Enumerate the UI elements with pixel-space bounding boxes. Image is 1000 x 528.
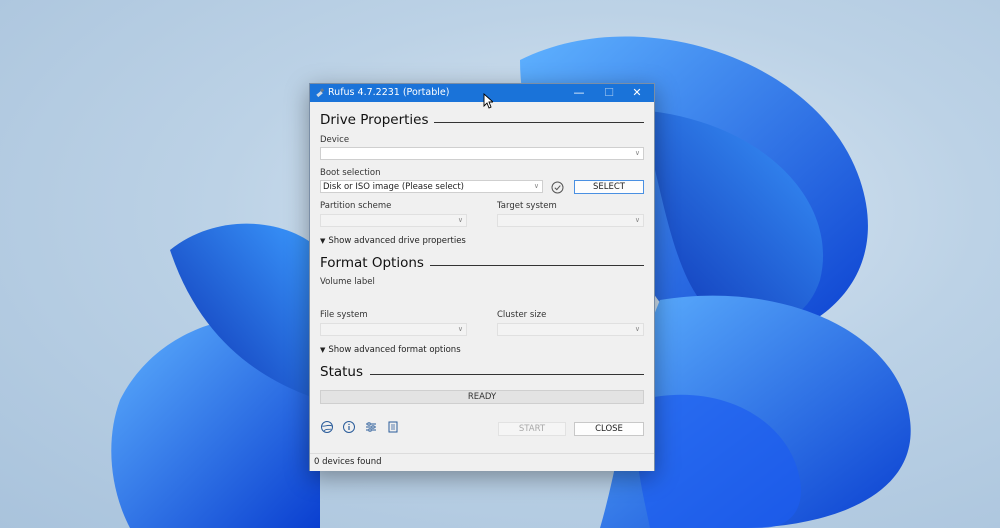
format-options-heading: Format Options <box>320 255 424 271</box>
advanced-drive-properties-toggle[interactable]: ▼ Show advanced drive properties <box>320 236 466 246</box>
boot-selection-label: Boot selection <box>320 168 381 178</box>
device-label: Device <box>320 135 350 145</box>
chevron-down-icon: ∨ <box>634 149 640 157</box>
partition-scheme-dropdown[interactable]: ∨ <box>320 214 467 227</box>
info-icon[interactable] <box>342 420 356 434</box>
settings-sliders-icon[interactable] <box>364 420 378 434</box>
select-button[interactable]: SELECT <box>574 180 644 194</box>
section-divider <box>370 374 644 375</box>
close-window-button[interactable]: ✕ <box>622 84 652 102</box>
section-divider <box>434 122 644 123</box>
minimize-button[interactable]: — <box>564 84 594 102</box>
globe-icon[interactable] <box>320 420 334 434</box>
section-divider <box>430 265 644 266</box>
window-title: Rufus 4.7.2231 (Portable) <box>328 87 450 98</box>
start-button[interactable]: START <box>498 422 566 436</box>
chevron-down-icon: ▼ <box>320 346 326 354</box>
partition-scheme-label: Partition scheme <box>320 201 392 211</box>
advanced-format-options-label: Show advanced format options <box>328 345 461 355</box>
target-system-label: Target system <box>497 201 557 211</box>
mouse-cursor-icon <box>483 93 493 109</box>
volume-label-label: Volume label <box>320 277 375 287</box>
chevron-down-icon: ∨ <box>457 325 463 333</box>
status-footer: 0 devices found <box>310 453 654 471</box>
chevron-down-icon: ∨ <box>457 216 463 224</box>
device-dropdown[interactable]: ∨ <box>320 147 644 160</box>
status-progress-bar: READY <box>320 390 644 404</box>
file-system-label: File system <box>320 310 368 320</box>
boot-selection-dropdown[interactable]: Disk or ISO image (Please select) ∨ <box>320 180 543 193</box>
cluster-size-label: Cluster size <box>497 310 547 320</box>
rufus-window: Rufus 4.7.2231 (Portable) — ☐ ✕ Drive Pr… <box>309 83 655 471</box>
log-icon[interactable] <box>386 420 400 434</box>
verify-checkmark-icon[interactable] <box>551 181 564 194</box>
advanced-drive-properties-label: Show advanced drive properties <box>328 236 466 246</box>
advanced-format-options-toggle[interactable]: ▼ Show advanced format options <box>320 345 461 355</box>
target-system-dropdown[interactable]: ∨ <box>497 214 644 227</box>
maximize-button[interactable]: ☐ <box>594 84 624 102</box>
chevron-down-icon: ▼ <box>320 237 326 245</box>
title-bar[interactable]: Rufus 4.7.2231 (Portable) — ☐ ✕ <box>310 84 654 102</box>
file-system-dropdown[interactable]: ∨ <box>320 323 467 336</box>
boot-selection-value: Disk or ISO image (Please select) <box>323 182 465 192</box>
devices-found-text: 0 devices found <box>314 457 382 467</box>
volume-label-input[interactable] <box>320 289 644 302</box>
chevron-down-icon: ∨ <box>634 325 640 333</box>
drive-properties-heading: Drive Properties <box>320 112 429 128</box>
chevron-down-icon: ∨ <box>533 182 539 190</box>
usb-drive-icon <box>316 88 325 98</box>
close-button[interactable]: CLOSE <box>574 422 644 436</box>
cluster-size-dropdown[interactable]: ∨ <box>497 323 644 336</box>
chevron-down-icon: ∨ <box>634 216 640 224</box>
status-heading: Status <box>320 364 364 380</box>
